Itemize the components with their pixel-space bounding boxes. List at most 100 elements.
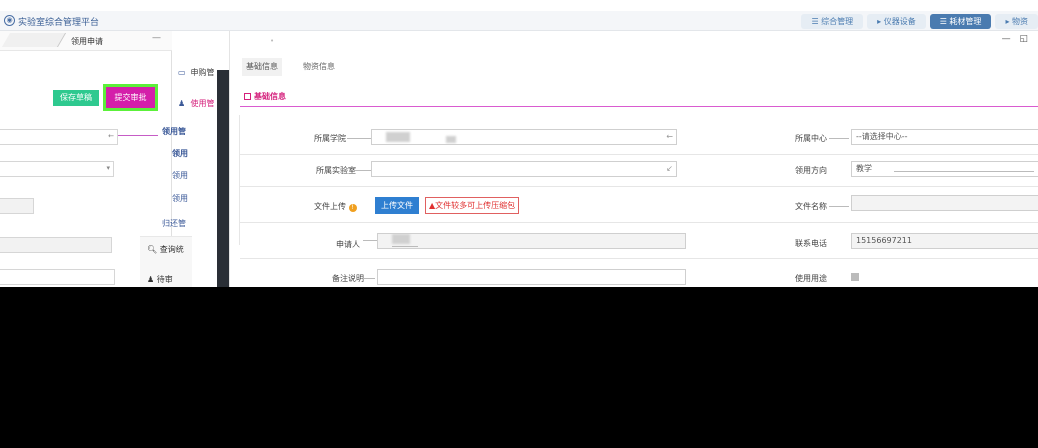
tab-material-info[interactable]: 物资信息: [303, 58, 335, 76]
save-draft-button[interactable]: 保存草稿: [53, 90, 99, 106]
apply-dialog-titlebar: 领用申请 —: [0, 31, 172, 51]
tab-basic-info[interactable]: 基础信息: [242, 58, 282, 76]
left-field-4: [0, 237, 112, 253]
lab-select[interactable]: ↙: [371, 161, 677, 177]
college-select[interactable]: ←: [371, 129, 677, 145]
menu-dark-strip: [217, 70, 229, 287]
title-dot: •: [270, 37, 275, 45]
underline: [347, 138, 371, 139]
center-label: 所属中心: [795, 134, 827, 143]
phone-field: 15156697211: [851, 233, 1038, 249]
menu-item-approval[interactable]: ♟ 待审: [147, 274, 173, 285]
menu-sub-bar: [187, 219, 197, 227]
underline: [829, 206, 849, 207]
redacted-block: [386, 132, 410, 142]
menu-sub-apply-manage[interactable]: 领用管: [162, 126, 186, 137]
form-row-lab: 所属实验室 ↙ 领用方向 教学: [240, 155, 1038, 187]
top-nav-item-materials[interactable]: ▸ 物资: [995, 14, 1038, 29]
top-nav-item-equipment[interactable]: ▸ 仪器设备: [867, 14, 926, 29]
applicant-field: [377, 233, 686, 249]
section-title: 基础信息: [244, 91, 286, 102]
user-icon: ♟: [178, 99, 186, 108]
university-seal-icon: ◉: [4, 15, 15, 26]
menu-item-purchase-label: 申购管: [190, 68, 215, 77]
menu-sub-return[interactable]: 归还管: [162, 218, 186, 229]
underline: [355, 170, 371, 171]
underline: [392, 246, 418, 247]
center-select[interactable]: --请选择中心--: [851, 129, 1038, 145]
dialog-tab-shape: [1, 33, 67, 47]
menu-sub-apply-3[interactable]: 领用: [172, 193, 188, 204]
left-field-1[interactable]: ←: [0, 129, 118, 145]
screen: ◉ 实验室综合管理平台 ☰ 综合管理 ▸ 仪器设备 ☰ 耗材管理 ▸ 物资 领用…: [0, 0, 1038, 287]
menu-sub-bar: [189, 171, 201, 179]
direction-select-value: 教学: [856, 164, 872, 173]
submit-highlight: 提交审批: [103, 84, 158, 111]
top-nav: ☰ 综合管理 ▸ 仪器设备 ☰ 耗材管理 ▸ 物资: [797, 14, 1038, 29]
underline: [363, 278, 375, 279]
upload-warning-text: 文件较多可上传压缩包: [435, 201, 516, 210]
underline: [829, 138, 849, 139]
apply-dialog-title: 领用申请: [71, 37, 103, 46]
underline: [894, 171, 1034, 172]
center-select-value: --请选择中心--: [856, 132, 908, 141]
underline: [363, 240, 377, 241]
blackout-area: [0, 287, 1038, 448]
attachment-label: 文件上传 !: [314, 201, 357, 212]
redacted-block: [392, 234, 410, 244]
upload-warning: ▲文件较多可上传压缩包: [425, 197, 520, 214]
menu-sub-bar: [195, 127, 205, 135]
menu-sub-apply-2[interactable]: 领用: [172, 170, 188, 181]
form-row-attachment: 文件上传 ! 上传文件 ▲文件较多可上传压缩包 文件名称: [240, 187, 1038, 223]
minimize-button[interactable]: —: [152, 33, 161, 43]
top-nav-item-consumables[interactable]: ☰ 耗材管理: [929, 14, 992, 29]
chevron-left-icon: ←: [666, 132, 673, 141]
left-field-5[interactable]: [0, 269, 115, 285]
left-field-3: [0, 198, 34, 214]
filename-field: [851, 195, 1038, 211]
side-menu-lower: 🔍︎ 查询统 ♟ 待审: [140, 236, 192, 287]
chevron-down-icon: ▾: [106, 164, 110, 172]
attachment-label-text: 文件上传: [314, 202, 346, 211]
menu-item-usage[interactable]: ♟ 使用管: [178, 98, 215, 109]
form-icon: [244, 93, 251, 100]
phone-label: 联系电话: [795, 239, 827, 248]
menu-item-query-label: 查询统: [159, 245, 184, 254]
menu-sub-bar: [189, 194, 201, 202]
top-nav-item-general[interactable]: ☰ 综合管理: [801, 14, 864, 29]
form-left-bar: [230, 115, 240, 245]
system-title: 实验室综合管理平台: [18, 18, 100, 28]
form-tabs: 基础信息 物资信息: [230, 58, 1038, 76]
system-header: ◉ 实验室综合管理平台 ☰ 综合管理 ▸ 仪器设备 ☰ 耗材管理 ▸ 物资: [0, 11, 1038, 31]
window-controls[interactable]: — ◱: [1002, 34, 1031, 44]
person-icon: ♟: [147, 275, 155, 284]
college-label: 所属学院: [314, 134, 346, 143]
menu-item-query[interactable]: 🔍︎ 查询统: [147, 244, 184, 255]
menu-sub-apply-1[interactable]: 领用: [172, 148, 188, 159]
purpose-swatch: [851, 273, 859, 281]
purpose-label: 使用用途: [795, 274, 827, 283]
remark-field[interactable]: [377, 269, 686, 285]
menu-item-purchase[interactable]: ▭ 申购管: [178, 67, 215, 78]
section-line: [240, 106, 1038, 107]
info-icon: !: [348, 204, 357, 212]
applicant-label: 申请人: [336, 240, 360, 249]
left-field-2[interactable]: ▾: [0, 161, 114, 177]
direction-select[interactable]: 教学: [851, 161, 1038, 177]
filename-label: 文件名称: [795, 202, 827, 211]
form-row-college: 所属学院 ← 所属中心 --请选择中心--: [240, 125, 1038, 155]
phone-field-value: 15156697211: [856, 236, 912, 245]
monitor-icon: ▭: [178, 68, 186, 77]
main-titlebar: • — ◱: [230, 31, 1038, 49]
form-row-applicant: 申请人 联系电话 15156697211: [240, 223, 1038, 259]
menu-item-approval-label: 待审: [156, 275, 173, 284]
redacted-block: [446, 136, 456, 143]
lab-label: 所属实验室: [316, 166, 356, 175]
chevron-right-icon: ↙: [666, 164, 673, 173]
submit-approval-button[interactable]: 提交审批: [106, 87, 155, 108]
direction-label: 领用方向: [795, 166, 827, 175]
form-row-remark: 备注说明 使用用途: [240, 259, 1038, 287]
section-title-text: 基础信息: [254, 92, 286, 101]
chevron-left-icon: ←: [108, 132, 114, 140]
upload-file-button[interactable]: 上传文件: [375, 197, 419, 214]
